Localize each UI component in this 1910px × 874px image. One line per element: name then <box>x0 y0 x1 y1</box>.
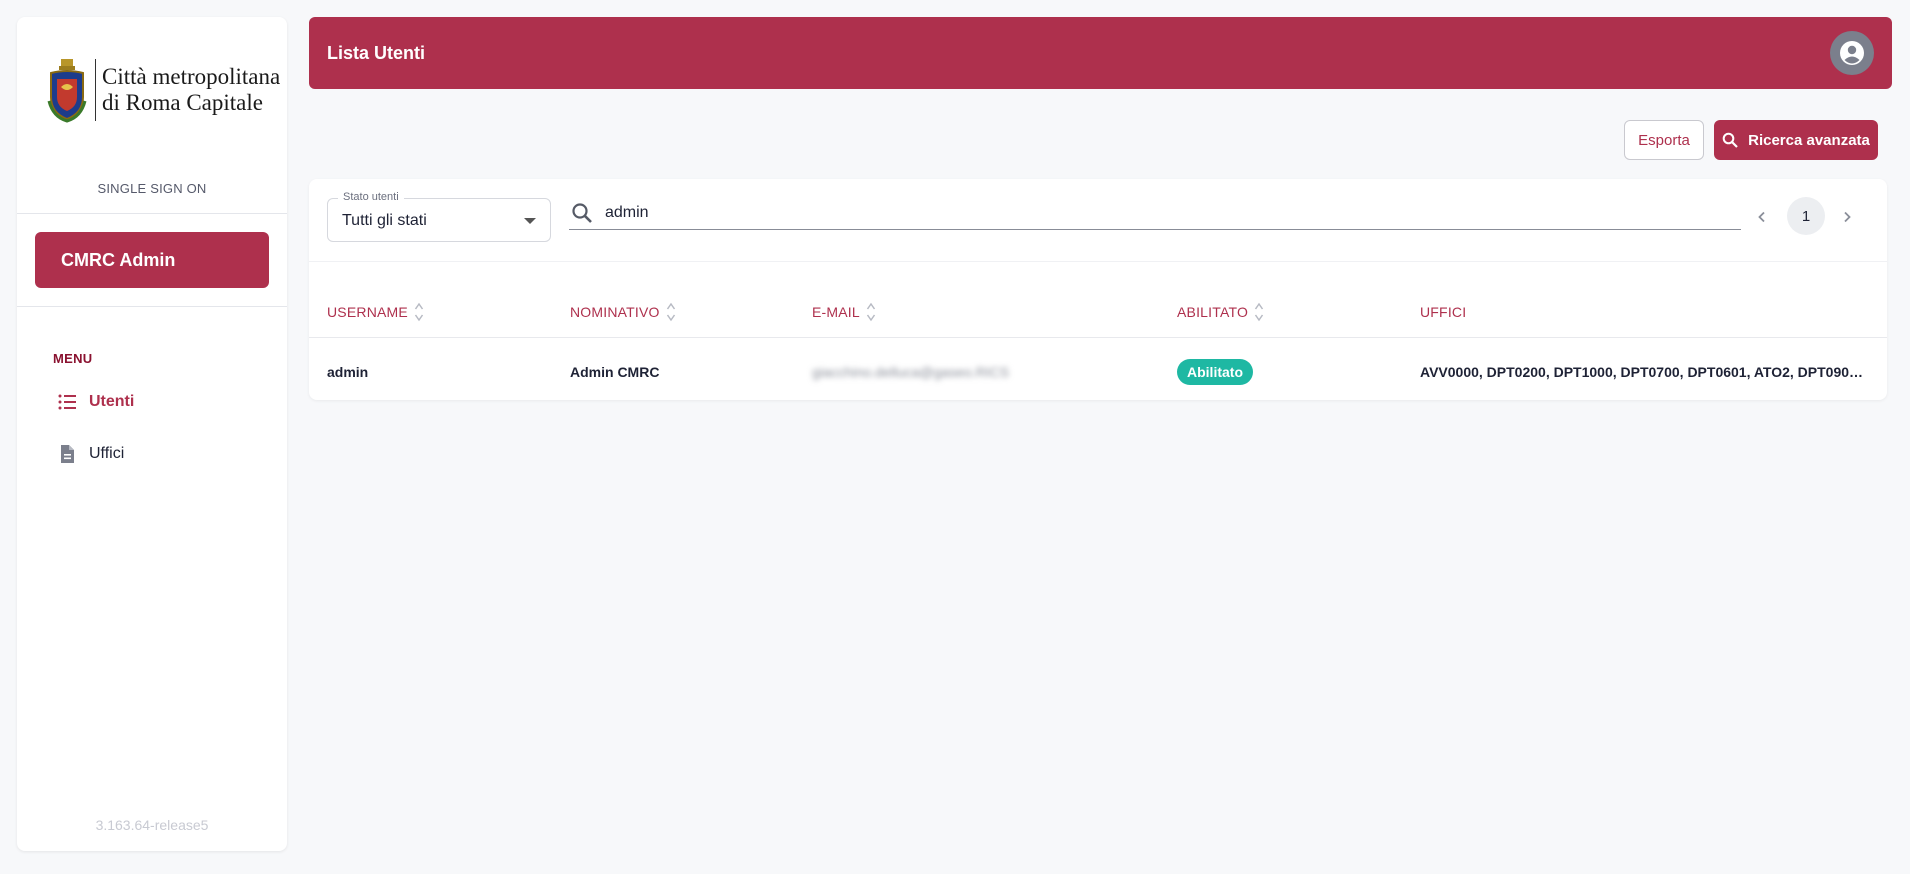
logo-separator <box>95 59 96 121</box>
sidebar: Città metropolitana di Roma Capitale SIN… <box>17 17 287 851</box>
app-name-badge[interactable]: CMRC Admin <box>35 232 269 288</box>
logo-line-1: Città metropolitana <box>102 64 281 89</box>
users-card: Stato utenti Tutti gli stati 1 USERNAME <box>309 179 1887 400</box>
sidebar-item-uffici[interactable]: Uffici <box>57 439 124 469</box>
status-select[interactable]: Stato utenti Tutti gli stati <box>327 191 551 242</box>
table-header: USERNAME NOMINATIVO E-MAIL ABILITATO UFF… <box>309 293 1887 331</box>
column-label: UFFICI <box>1420 304 1467 320</box>
search-input[interactable] <box>605 203 1705 222</box>
sidebar-divider <box>17 213 287 214</box>
next-page-button[interactable] <box>1837 207 1857 227</box>
menu-title: MENU <box>53 351 93 366</box>
search-icon <box>1722 132 1738 148</box>
column-label: NOMINATIVO <box>570 304 660 320</box>
sidebar-divider <box>17 306 287 307</box>
column-header-nominativo[interactable]: NOMINATIVO <box>570 293 676 331</box>
column-header-abilitato[interactable]: ABILITATO <box>1177 293 1264 331</box>
chevron-left-icon <box>1758 211 1765 223</box>
card-divider <box>309 261 1887 262</box>
column-header-email[interactable]: E-MAIL <box>812 293 876 331</box>
status-select-label: Stato utenti <box>338 191 404 203</box>
status-badge: Abilitato <box>1177 359 1253 385</box>
account-circle-icon <box>1840 41 1864 65</box>
cell-username: admin <box>327 364 369 380</box>
chevron-right-icon <box>1844 211 1851 223</box>
cell-nominativo: Admin CMRC <box>570 364 660 380</box>
search-field <box>569 196 1741 230</box>
crest-icon <box>47 59 87 123</box>
document-icon <box>57 444 77 464</box>
cell-email: giacchino.delluca@gaseo.RICS <box>812 364 1010 380</box>
column-header-uffici: UFFICI <box>1420 293 1466 331</box>
page-title: Lista Utenti <box>327 42 426 63</box>
search-icon <box>571 202 593 224</box>
advanced-search-label: Ricerca avanzata <box>1748 131 1870 149</box>
sso-label: SINGLE SIGN ON <box>97 181 207 196</box>
sort-icon <box>666 301 676 323</box>
logo[interactable]: Città metropolitana di Roma Capitale <box>47 57 280 123</box>
cell-uffici: AVV0000, DPT0200, DPT1000, DPT0700, DPT0… <box>1420 354 1864 390</box>
sort-icon <box>1254 301 1264 323</box>
caret-down-icon <box>524 218 536 224</box>
advanced-search-button[interactable]: Ricerca avanzata <box>1714 120 1878 160</box>
sort-icon <box>414 301 424 323</box>
sort-icon <box>866 301 876 323</box>
status-select-value: Tutti gli stati <box>342 212 427 229</box>
version-label: 3.163.64-release5 <box>95 817 209 833</box>
list-icon <box>57 392 77 412</box>
offices-list: AVV0000, DPT0200, DPT1000, DPT0700, DPT0… <box>1420 364 1864 380</box>
cell-abilitato: Abilitato <box>1177 354 1253 390</box>
table-row[interactable]: admin Admin CMRC giacchino.delluca@gaseo… <box>309 354 1887 390</box>
sidebar-item-label: Utenti <box>89 393 135 410</box>
sidebar-item-utenti[interactable]: Utenti <box>57 387 134 417</box>
user-menu-button[interactable] <box>1830 31 1874 75</box>
page-number[interactable]: 1 <box>1787 197 1825 235</box>
sidebar-item-label: Uffici <box>89 445 125 462</box>
logo-text: Città metropolitana di Roma Capitale <box>102 64 280 116</box>
column-header-username[interactable]: USERNAME <box>327 293 424 331</box>
top-bar: Lista Utenti <box>309 17 1892 89</box>
column-label: ABILITATO <box>1177 304 1249 320</box>
column-label: USERNAME <box>327 304 408 320</box>
column-label: E-MAIL <box>812 304 860 320</box>
previous-page-button[interactable] <box>1752 207 1772 227</box>
table-header-divider <box>309 337 1887 338</box>
export-button[interactable]: Esporta <box>1624 120 1704 160</box>
logo-line-2: di Roma Capitale <box>102 90 263 115</box>
